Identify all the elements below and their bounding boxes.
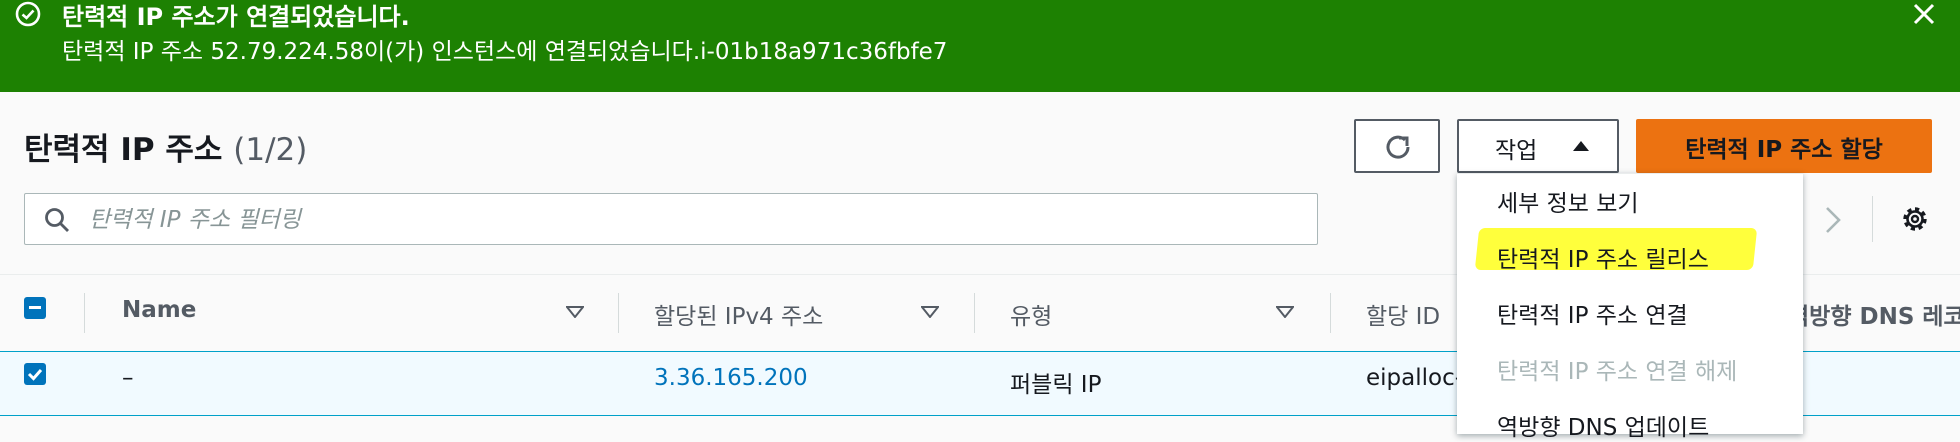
column-header-ipv4[interactable]: 할당된 IPv4 주소: [654, 297, 823, 331]
cell-name: –: [122, 365, 134, 391]
column-header-reverse-dns[interactable]: 역방향 DNS 레코드: [1788, 297, 1960, 331]
cell-ipv4-link[interactable]: 3.36.165.200: [654, 365, 808, 391]
actions-button-label: 작업: [1495, 138, 1538, 164]
menu-item-associate-eip[interactable]: 탄력적 IP 주소 연결: [1497, 296, 1688, 330]
column-divider: [84, 293, 85, 333]
sort-icon[interactable]: [566, 306, 584, 318]
refresh-button[interactable]: [1354, 119, 1440, 173]
column-header-name[interactable]: Name: [122, 297, 196, 323]
menu-item-disassociate-eip: 탄력적 IP 주소 연결 해제: [1497, 359, 1738, 385]
search-box: [24, 193, 1318, 245]
pager-divider: [1872, 196, 1873, 242]
search-input[interactable]: [87, 200, 1291, 240]
actions-button[interactable]: 작업: [1457, 119, 1619, 173]
row-checkbox[interactable]: [24, 363, 46, 385]
close-icon[interactable]: [1906, 0, 1942, 32]
check-circle-icon: [15, 1, 41, 27]
refresh-icon: [1386, 135, 1410, 159]
page-title-text: 탄력적 IP 주소: [24, 132, 223, 168]
banner-title: 탄력적 IP 주소가 연결되었습니다.: [62, 3, 410, 31]
caret-up-icon: [1573, 141, 1589, 151]
page-title: 탄력적 IP 주소 (1/2): [24, 124, 307, 169]
menu-item-view-details[interactable]: 세부 정보 보기: [1497, 184, 1639, 218]
search-icon: [45, 208, 69, 232]
actions-dropdown-menu: 세부 정보 보기 탄력적 IP 주소 릴리스 탄력적 IP 주소 연결 탄력적 …: [1457, 173, 1803, 441]
select-all-checkbox[interactable]: [24, 297, 46, 319]
gear-icon[interactable]: [1898, 202, 1932, 236]
menu-item-update-reverse-dns[interactable]: 역방향 DNS 업데이트: [1497, 408, 1709, 442]
chevron-right-icon[interactable]: [1818, 200, 1848, 240]
sort-icon[interactable]: [921, 306, 939, 318]
column-divider: [974, 293, 975, 333]
banner-message: 탄력적 IP 주소 52.79.224.58이(가) 인스턴스에 연결되었습니다…: [62, 39, 948, 65]
allocate-eip-label: 탄력적 IP 주소 할당: [1685, 137, 1883, 163]
check-icon: [27, 369, 43, 381]
column-divider: [618, 293, 619, 333]
column-header-type[interactable]: 유형: [1010, 297, 1052, 331]
menu-item-release-eip[interactable]: 탄력적 IP 주소 릴리스: [1497, 240, 1709, 274]
cell-type: 퍼블릭 IP: [1010, 372, 1102, 398]
sort-icon[interactable]: [1276, 306, 1294, 318]
cell-allocation-id[interactable]: eipalloc-: [1366, 365, 1463, 391]
selection-count: (1/2): [233, 132, 308, 168]
column-divider: [1330, 293, 1331, 333]
column-header-allocation-id[interactable]: 할당 ID: [1366, 297, 1440, 331]
success-banner: 탄력적 IP 주소가 연결되었습니다. 탄력적 IP 주소 52.79.224.…: [0, 0, 1960, 92]
allocate-eip-button[interactable]: 탄력적 IP 주소 할당: [1636, 119, 1932, 173]
